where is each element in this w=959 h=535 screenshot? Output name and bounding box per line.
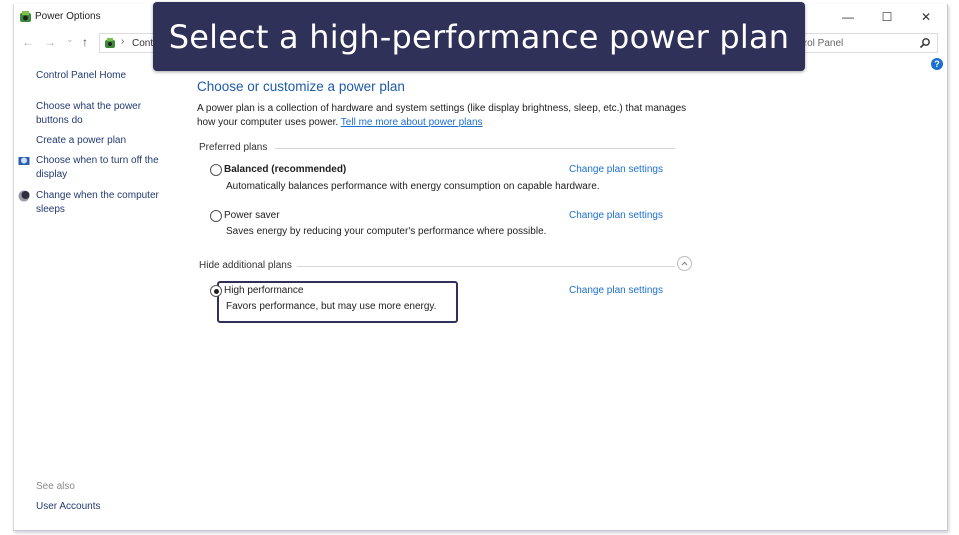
monitor-icon — [18, 157, 30, 165]
balanced-change-settings-link[interactable]: Change plan settings — [569, 164, 663, 175]
search-icon[interactable] — [919, 37, 931, 49]
sidebar-item-create-plan[interactable]: Create a power plan — [36, 134, 166, 148]
intro-text: A power plan is a collection of hardware… — [197, 102, 697, 130]
collapse-chevron-up-icon[interactable] — [677, 256, 692, 271]
moon-sleep-icon — [18, 190, 30, 202]
instruction-banner: Select a high-performance power plan — [153, 2, 805, 71]
power-saver-change-settings-link[interactable]: Change plan settings — [569, 210, 663, 221]
power-options-window: Power Options — ☐ ✕ ← → ⌄ ↑ › Cont trol … — [13, 4, 948, 531]
preferred-plans-divider — [275, 148, 675, 149]
back-arrow-icon[interactable]: ← — [22, 35, 34, 49]
high-performance-change-settings-link[interactable]: Change plan settings — [569, 285, 663, 296]
power-saver-plan-name[interactable]: Power saver — [224, 210, 280, 221]
recent-locations-chevron-icon[interactable]: ⌄ — [66, 34, 74, 45]
tell-me-more-link[interactable]: Tell me more about power plans — [341, 117, 483, 128]
see-also-user-accounts[interactable]: User Accounts — [36, 501, 100, 512]
power-saver-plan-description: Saves energy by reducing your computer's… — [226, 226, 547, 237]
sidebar-control-panel-home[interactable]: Control Panel Home — [36, 69, 166, 83]
address-bar[interactable]: › Cont — [99, 33, 160, 53]
address-text[interactable]: Cont — [132, 38, 153, 49]
hide-additional-plans-label[interactable]: Hide additional plans — [199, 260, 292, 271]
power-saver-radio[interactable] — [210, 210, 222, 222]
power-options-app-icon — [20, 11, 31, 22]
high-performance-radio[interactable] — [210, 285, 222, 297]
up-arrow-icon[interactable]: ↑ — [82, 35, 88, 49]
search-box[interactable]: trol Panel — [797, 33, 938, 53]
search-placeholder: trol Panel — [801, 38, 844, 49]
control-panel-icon — [105, 38, 115, 48]
close-button[interactable]: ✕ — [906, 7, 946, 27]
additional-plans-divider — [297, 266, 675, 267]
see-also-heading: See also — [36, 481, 75, 492]
preferred-plans-label: Preferred plans — [199, 142, 268, 153]
high-performance-plan-name[interactable]: High performance — [224, 285, 303, 296]
sidebar-item-computer-sleeps[interactable]: Change when the computer sleeps — [36, 189, 166, 217]
minimize-button[interactable]: — — [828, 7, 868, 27]
page-title: Choose or customize a power plan — [197, 79, 405, 94]
balanced-plan-name[interactable]: Balanced (recommended) — [224, 164, 346, 175]
forward-arrow-icon[interactable]: → — [44, 35, 56, 49]
sidebar-item-power-buttons[interactable]: Choose what the power buttons do — [36, 100, 166, 128]
maximize-button[interactable]: ☐ — [867, 7, 907, 27]
window-title: Power Options — [35, 11, 101, 22]
balanced-plan-description: Automatically balances performance with … — [226, 181, 600, 192]
breadcrumb-separator-icon: › — [121, 36, 125, 47]
sidebar-item-turn-off-display[interactable]: Choose when to turn off the display — [36, 154, 166, 182]
high-performance-plan-description: Favors performance, but may use more ene… — [226, 301, 437, 312]
help-icon[interactable]: ? — [931, 58, 943, 70]
balanced-radio[interactable] — [210, 164, 222, 176]
